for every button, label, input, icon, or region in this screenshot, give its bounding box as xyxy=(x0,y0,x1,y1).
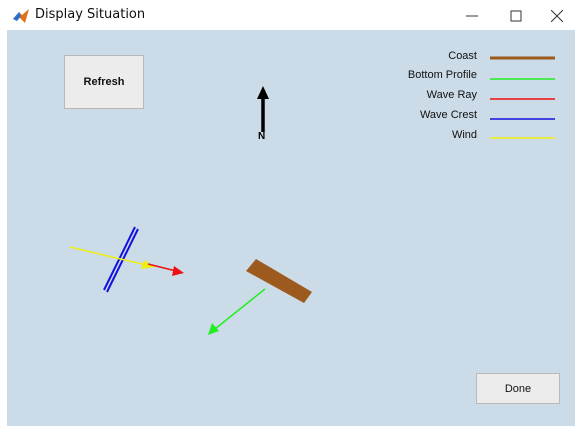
minimize-icon xyxy=(466,15,478,17)
done-button[interactable]: Done xyxy=(476,373,560,404)
situation-plot xyxy=(69,86,312,335)
wind-arrow xyxy=(69,246,155,269)
close-button[interactable] xyxy=(534,0,575,30)
north-label: N xyxy=(258,131,266,142)
maximize-button[interactable] xyxy=(493,0,539,30)
figure-area: Refresh Coast Bottom Profile Wave Ray Wa… xyxy=(7,30,575,426)
window-titlebar: Display Situation xyxy=(0,0,575,30)
close-icon xyxy=(551,10,563,22)
matlab-icon xyxy=(13,9,29,23)
window-title: Display Situation xyxy=(35,7,146,22)
bottom-profile-arrow xyxy=(208,288,266,335)
minimize-button[interactable] xyxy=(449,0,495,30)
wave-ray-arrow xyxy=(147,263,184,276)
maximize-icon xyxy=(510,10,522,22)
north-arrow xyxy=(257,86,269,132)
